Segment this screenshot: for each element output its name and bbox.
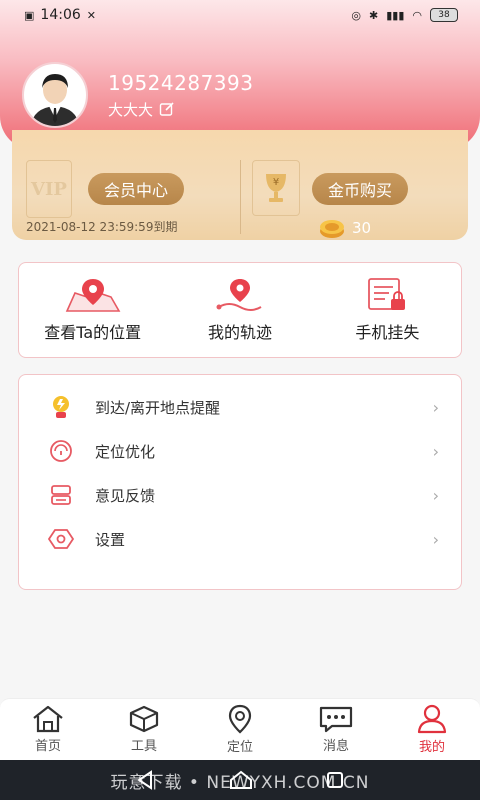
nickname-row[interactable]: 大大大 <box>108 99 253 120</box>
nav-label: 我的 <box>418 740 445 755</box>
vip-expire-date: 2021-08-12 23:59:59到期 <box>26 220 178 234</box>
nickname: 大大大 <box>108 100 154 119</box>
menu-label: 定位优化 <box>95 442 156 461</box>
battery-icon: 38 <box>430 8 458 22</box>
vip-card: VIP 会员中心 2021-08-12 23:59:59到期 ¥ 金币购买 30 <box>12 130 468 240</box>
avatar[interactable] <box>22 62 88 128</box>
quick-actions: 查看Ta的位置 我的轨迹 手机挂失 <box>18 262 462 358</box>
user-icon <box>417 704 447 734</box>
gauge-icon <box>47 437 75 465</box>
nav-label: 消息 <box>322 739 349 754</box>
nav-mine[interactable]: 我的 <box>384 699 480 760</box>
menu-label: 设置 <box>95 530 126 549</box>
status-bar: ▣ 14:06 ✕ ◎ ✱ ▮▮▮ ◠ 38 <box>0 0 480 30</box>
svg-text:¥: ¥ <box>273 177 279 188</box>
profile-summary[interactable]: 19524287393 大大大 <box>22 62 253 128</box>
home-icon <box>33 705 63 733</box>
chevron-right-icon: › <box>432 397 439 417</box>
home-button-icon[interactable] <box>229 770 253 790</box>
chat-icon <box>319 706 353 733</box>
signal-icon: ▮▮▮ <box>386 8 405 22</box>
buy-coins-button[interactable]: 金币购买 <box>312 173 409 205</box>
edit-icon[interactable] <box>159 101 175 117</box>
nav-messages[interactable]: 消息 <box>288 699 384 760</box>
report-lock-icon <box>368 278 406 310</box>
screenshot-icon: ▣ <box>24 8 35 22</box>
coin-count: 30 <box>352 219 372 237</box>
nav-locate[interactable]: 定位 <box>192 699 288 760</box>
vip-badge: VIP <box>26 160 72 218</box>
tools-icon: ✕ <box>86 8 96 22</box>
nav-label: 定位 <box>226 740 253 755</box>
chevron-right-icon: › <box>432 529 439 549</box>
bottom-nav: 首页 工具 定位 消息 我的 <box>0 698 480 760</box>
phone-lost-button[interactable]: 手机挂失 <box>314 263 461 357</box>
bulb-icon <box>47 393 75 421</box>
vip-divider <box>240 160 241 234</box>
track-icon <box>216 279 262 311</box>
menu-item-arrival-reminder[interactable]: 到达/离开地点提醒 › <box>19 385 461 429</box>
action-label: 查看Ta的位置 <box>44 323 142 342</box>
view-ta-location-button[interactable]: 查看Ta的位置 <box>19 263 166 357</box>
member-center-button[interactable]: 会员中心 <box>88 173 185 205</box>
action-label: 手机挂失 <box>355 323 420 342</box>
menu-label: 到达/离开地点提醒 <box>95 398 221 417</box>
phone-number: 19524287393 <box>108 70 254 95</box>
wifi-icon: ◠ <box>412 8 422 22</box>
bluetooth-icon: ✱ <box>369 8 379 22</box>
menu-item-feedback[interactable]: 意见反馈 › <box>19 473 461 517</box>
my-track-button[interactable]: 我的轨迹 <box>166 263 313 357</box>
back-icon[interactable] <box>135 770 157 790</box>
coin-balance: 30 <box>318 216 371 240</box>
trophy-icon: ¥ <box>252 160 300 216</box>
feedback-icon <box>47 481 75 509</box>
nav-tools[interactable]: 工具 <box>96 699 192 760</box>
action-label: 我的轨迹 <box>207 323 272 342</box>
chevron-right-icon: › <box>432 485 439 505</box>
box-icon <box>129 705 159 733</box>
coin-icon <box>320 220 344 238</box>
chevron-right-icon: › <box>432 441 439 461</box>
menu-list: 到达/离开地点提醒 › 定位优化 › 意见反馈 › 设置 › <box>18 374 462 590</box>
map-pin-icon <box>65 279 121 312</box>
system-nav-bar <box>0 760 480 800</box>
location-pin-icon <box>228 704 252 734</box>
settings-icon <box>47 525 75 553</box>
nav-home[interactable]: 首页 <box>0 699 96 760</box>
location-status-icon: ◎ <box>351 8 361 22</box>
menu-item-location-optimize[interactable]: 定位优化 › <box>19 429 461 473</box>
recents-icon[interactable] <box>325 770 345 790</box>
menu-item-settings[interactable]: 设置 › <box>19 517 461 561</box>
nav-label: 工具 <box>130 739 157 754</box>
menu-label: 意见反馈 <box>95 486 156 505</box>
status-time: 14:06 <box>40 7 81 23</box>
nav-label: 首页 <box>34 739 61 754</box>
